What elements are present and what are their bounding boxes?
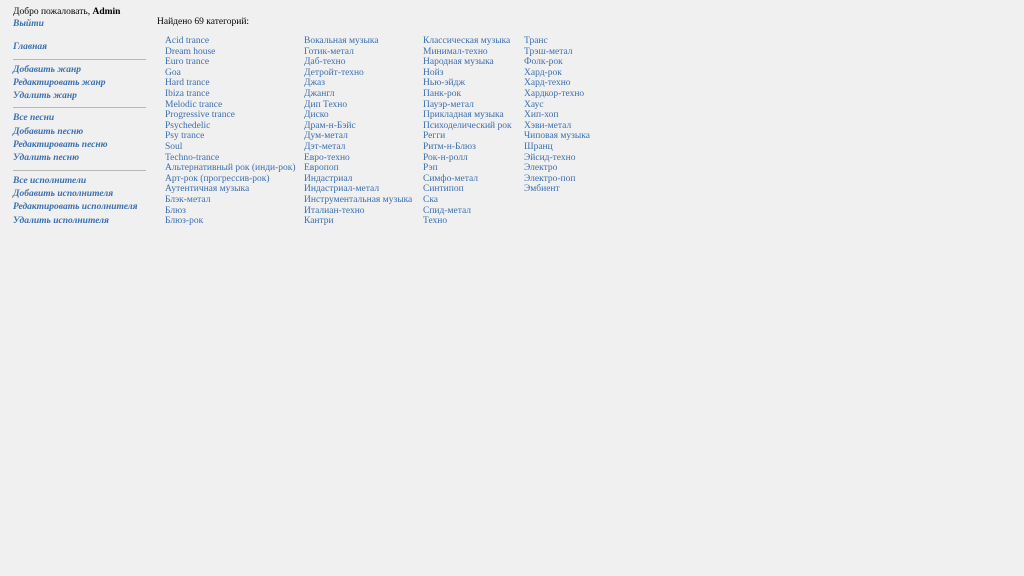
category-link[interactable]: Progressive trance bbox=[165, 110, 296, 121]
category-link[interactable]: Классическая музыка bbox=[423, 36, 512, 47]
category-link[interactable]: Techno-trance bbox=[165, 153, 296, 164]
category-link[interactable]: Psy trance bbox=[165, 131, 296, 142]
main-content: Найдено 69 категорий: Acid trance Dream h… bbox=[157, 17, 590, 226]
category-link[interactable]: Хаус bbox=[524, 100, 590, 111]
category-link[interactable]: Драм-н-Бэйс bbox=[304, 121, 412, 132]
category-link[interactable]: Блюз bbox=[165, 206, 296, 217]
category-link[interactable]: Италиан-техно bbox=[304, 206, 412, 217]
category-link[interactable]: Хэви-метал bbox=[524, 121, 590, 132]
category-link[interactable]: Dream house bbox=[165, 47, 296, 58]
category-link[interactable]: Джангл bbox=[304, 89, 412, 100]
category-link[interactable]: Индастриал-метал bbox=[304, 184, 412, 195]
divider bbox=[13, 107, 146, 109]
category-link[interactable]: Блюз-рок bbox=[165, 216, 296, 227]
category-link[interactable]: Эмбиент bbox=[524, 184, 590, 195]
category-link[interactable]: Acid trance bbox=[165, 36, 296, 47]
category-link[interactable]: Блэк-метал bbox=[165, 195, 296, 206]
category-column-2: Вокальная музыка Готик-метал Даб-техно Детр… bbox=[304, 36, 412, 227]
category-link[interactable]: Транс bbox=[524, 36, 590, 47]
add-song-link[interactable]: Добавить песню bbox=[13, 126, 146, 139]
category-column-3: Классическая музыка Минимал-техно Народная… bbox=[423, 36, 512, 227]
category-link[interactable]: Синтипоп bbox=[423, 184, 512, 195]
category-link[interactable]: Нойз bbox=[423, 68, 512, 79]
results-count: Найдено 69 категорий: bbox=[157, 17, 250, 27]
add-artist-link[interactable]: Добавить исполнителя bbox=[13, 188, 146, 201]
category-link[interactable]: Даб-техно bbox=[304, 57, 412, 68]
category-link[interactable]: Ритм-н-Блюз bbox=[423, 142, 512, 153]
category-link[interactable]: Минимал-техно bbox=[423, 47, 512, 58]
category-link[interactable]: Диско bbox=[304, 110, 412, 121]
category-link[interactable]: Панк-рок bbox=[423, 89, 512, 100]
category-link[interactable]: Народная музыка bbox=[423, 57, 512, 68]
artists-menu: Все исполнители Добавить исполнителя Ред… bbox=[13, 175, 146, 228]
category-link[interactable]: Европоп bbox=[304, 163, 412, 174]
category-link[interactable]: Рок-н-ролл bbox=[423, 153, 512, 164]
category-link[interactable]: Хард-техно bbox=[524, 78, 590, 89]
songs-menu: Все песни Добавить песню Редактировать п… bbox=[13, 112, 146, 165]
category-link[interactable]: Трэш-метал bbox=[524, 47, 590, 58]
sidebar: Добро пожаловать, Admin Выйти Главная До… bbox=[13, 7, 146, 228]
category-link[interactable]: Нью-эйдж bbox=[423, 78, 512, 89]
category-link[interactable]: Дэт-метал bbox=[304, 142, 412, 153]
category-link[interactable]: Пауэр-метал bbox=[423, 100, 512, 111]
category-link[interactable]: Эйсид-техно bbox=[524, 153, 590, 164]
category-link[interactable]: Прикладная музыка bbox=[423, 110, 512, 121]
category-link[interactable]: Melodic trance bbox=[165, 100, 296, 111]
category-link[interactable]: Инструментальная музыка bbox=[304, 195, 412, 206]
category-link[interactable]: Электро bbox=[524, 163, 590, 174]
category-link[interactable]: Ска bbox=[423, 195, 512, 206]
category-link[interactable]: Хардкор-техно bbox=[524, 89, 590, 100]
category-link[interactable]: Арт-рок (прогрессив-рок) bbox=[165, 174, 296, 185]
category-link[interactable]: Psychedelic bbox=[165, 121, 296, 132]
category-link[interactable]: Спид-метал bbox=[423, 206, 512, 217]
category-link[interactable]: Дип Техно bbox=[304, 100, 412, 111]
edit-genre-link[interactable]: Редактировать жанр bbox=[13, 77, 146, 90]
category-link[interactable]: Hard trance bbox=[165, 78, 296, 89]
category-link[interactable]: Джаз bbox=[304, 78, 412, 89]
logout-link[interactable]: Выйти bbox=[13, 18, 146, 31]
welcome-message: Добро пожаловать, Admin bbox=[13, 7, 146, 18]
edit-song-link[interactable]: Редактировать песню bbox=[13, 139, 146, 152]
add-genre-link[interactable]: Добавить жанр bbox=[13, 64, 146, 77]
category-link[interactable]: Альтернативный рок (инди-рок) bbox=[165, 163, 296, 174]
category-column-4: Транс Трэш-метал Фолк-рок Хард-рок Хард-техн… bbox=[524, 36, 590, 195]
category-link[interactable]: Кантри bbox=[304, 216, 412, 227]
category-link[interactable]: Детройт-техно bbox=[304, 68, 412, 79]
category-link[interactable]: Готик-метал bbox=[304, 47, 412, 58]
divider bbox=[13, 58, 146, 60]
category-column-1: Acid trance Dream house Euro trance Goa Hard… bbox=[165, 36, 296, 227]
category-link[interactable]: Аутентичная музыка bbox=[165, 184, 296, 195]
category-link[interactable]: Soul bbox=[165, 142, 296, 153]
category-link[interactable]: Электро-поп bbox=[524, 174, 590, 185]
category-link[interactable]: Чиповая музыка bbox=[524, 131, 590, 142]
category-link[interactable]: Регги bbox=[423, 131, 512, 142]
category-link[interactable]: Хард-рок bbox=[524, 68, 590, 79]
category-link[interactable]: Евро-техно bbox=[304, 153, 412, 164]
category-link[interactable]: Техно bbox=[423, 216, 512, 227]
category-link[interactable]: Индастриал bbox=[304, 174, 412, 185]
all-songs-link[interactable]: Все песни bbox=[13, 112, 146, 125]
delete-artist-link[interactable]: Удалить исполнителя bbox=[13, 215, 146, 228]
category-link[interactable]: Симфо-метал bbox=[423, 174, 512, 185]
all-artists-link[interactable]: Все исполнители bbox=[13, 175, 146, 188]
category-link[interactable]: Goa bbox=[165, 68, 296, 79]
category-link[interactable]: Ibiza trance bbox=[165, 89, 296, 100]
category-link[interactable]: Фолк-рок bbox=[524, 57, 590, 68]
category-link[interactable]: Вокальная музыка bbox=[304, 36, 412, 47]
home-link[interactable]: Главная bbox=[13, 41, 146, 54]
category-link[interactable]: Euro trance bbox=[165, 57, 296, 68]
delete-song-link[interactable]: Удалить песню bbox=[13, 152, 146, 165]
username: Admin bbox=[92, 7, 121, 17]
category-link[interactable]: Рэп bbox=[423, 163, 512, 174]
category-link[interactable]: Психоделический рок bbox=[423, 121, 512, 132]
edit-artist-link[interactable]: Редактировать исполнителя bbox=[13, 201, 146, 214]
category-link[interactable]: Хип-хоп bbox=[524, 110, 590, 121]
delete-genre-link[interactable]: Удалить жанр bbox=[13, 90, 146, 103]
divider bbox=[13, 169, 146, 171]
welcome-text: Добро пожаловать, bbox=[13, 7, 91, 17]
genre-menu: Добавить жанр Редактировать жанр Удалить… bbox=[13, 64, 146, 104]
category-link[interactable]: Шранц bbox=[524, 142, 590, 153]
category-link[interactable]: Дум-метал bbox=[304, 131, 412, 142]
